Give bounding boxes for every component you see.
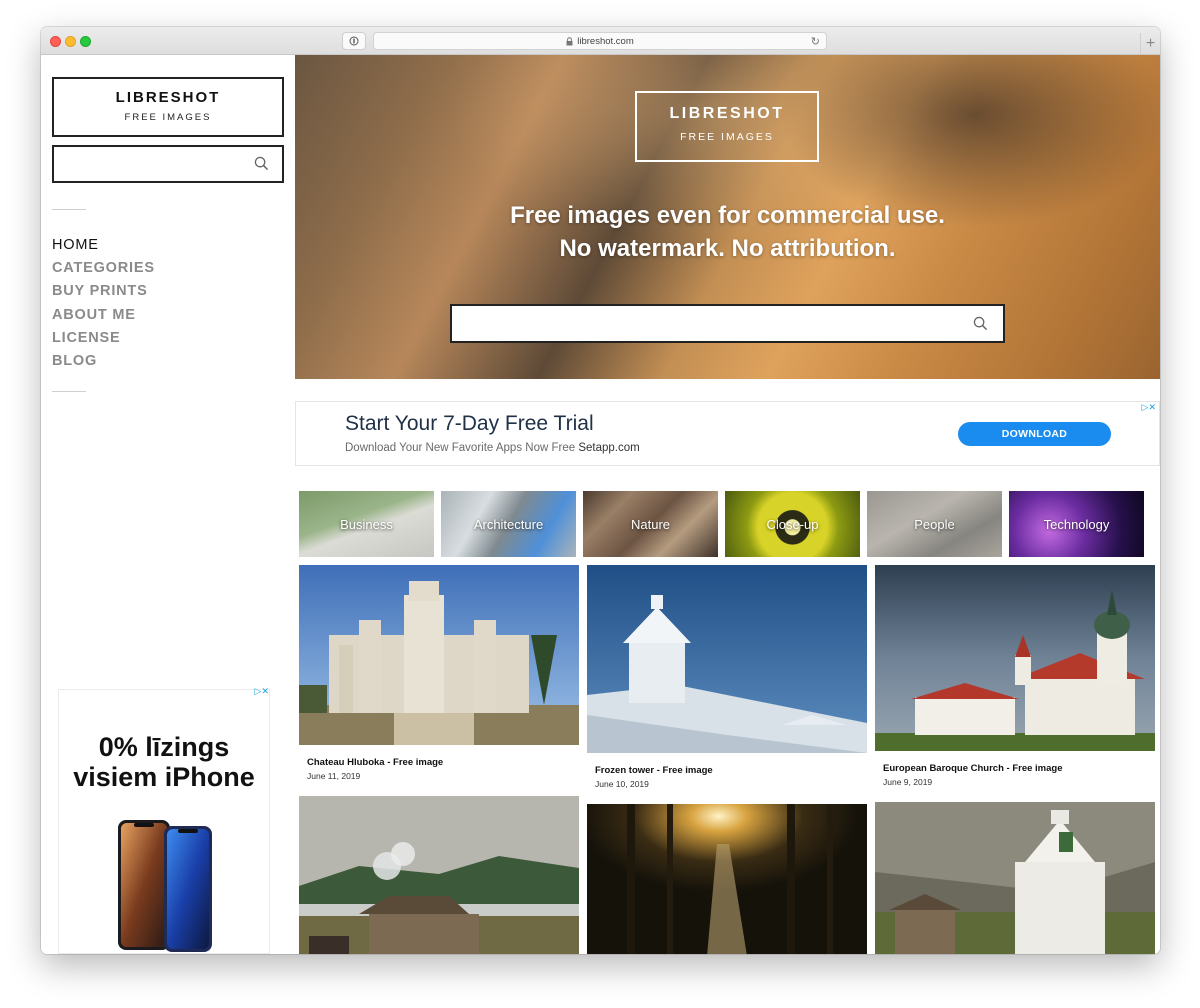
- logo-subtitle: FREE IMAGES: [124, 112, 212, 123]
- photo-card[interactable]: Chateau Hluboka - Free image June 11, 20…: [299, 565, 579, 781]
- download-button[interactable]: DOWNLOAD: [958, 422, 1111, 446]
- photo-thumbnail[interactable]: [875, 802, 1155, 954]
- sidebar: LIBRESHOT FREE IMAGES HOME CATEGORIES BU…: [41, 55, 295, 954]
- logo-title: LIBRESHOT: [115, 89, 221, 106]
- photo-title[interactable]: Frozen tower - Free image: [595, 765, 867, 776]
- browser-window: libreshot.com ↻ + LIBRESHOT FREE IMAGES …: [41, 27, 1160, 954]
- hero-search-box: [450, 304, 1005, 343]
- nav-item-about-me[interactable]: ABOUT ME: [52, 304, 155, 327]
- photo-date: June 10, 2019: [595, 779, 649, 789]
- photo-title[interactable]: European Baroque Church - Free image: [883, 763, 1155, 774]
- photo-card[interactable]: Frozen tower - Free image June 10, 2019: [587, 565, 867, 789]
- category-tile-people[interactable]: People: [867, 491, 1002, 557]
- banner-ad-subtitle: Download Your New Favorite Apps Now Free…: [345, 442, 640, 454]
- hero-logo-subtitle: FREE IMAGES: [680, 131, 774, 143]
- hero-tagline-line-2: No watermark. No attribution.: [559, 235, 896, 262]
- photo-card[interactable]: [587, 804, 867, 954]
- sidebar-ad-headline-1: 0% līzings: [98, 732, 230, 762]
- hero-logo-title: LIBRESHOT: [669, 105, 785, 122]
- lake-hut-photo: [299, 796, 579, 954]
- close-window-button[interactable]: [50, 36, 61, 47]
- category-tile-architecture[interactable]: Architecture: [441, 491, 576, 557]
- hero-logo[interactable]: LIBRESHOT FREE IMAGES: [635, 91, 819, 162]
- photo-thumbnail[interactable]: [587, 804, 867, 954]
- photo-card[interactable]: [299, 796, 579, 954]
- banner-ad-description: Download Your New Favorite Apps Now Free: [345, 442, 576, 454]
- photo-thumbnail[interactable]: [587, 565, 867, 753]
- sidebar-search-box: [52, 145, 284, 183]
- nav-item-blog[interactable]: BLOG: [52, 350, 155, 373]
- photo-thumbnail[interactable]: [299, 565, 579, 745]
- nav-item-buy-prints[interactable]: BUY PRINTS: [52, 280, 155, 303]
- nav-item-categories[interactable]: CATEGORIES: [52, 257, 155, 280]
- category-label: Close-up: [766, 516, 819, 532]
- castle-photo: [299, 565, 579, 745]
- nav-divider-top: [52, 209, 86, 210]
- banner-ad-brand: Setapp.com: [578, 442, 640, 454]
- hero-search-input[interactable]: [452, 306, 952, 341]
- category-tile-nature[interactable]: Nature: [583, 491, 718, 557]
- photo-date: June 9, 2019: [883, 777, 933, 787]
- sidebar-ad[interactable]: ▷✕ 0% līzings visiem iPhone: [58, 686, 270, 954]
- hero-section: LIBRESHOT FREE IMAGES Free images even f…: [295, 55, 1160, 379]
- hero-tagline: Free images even for commercial use. No …: [295, 199, 1160, 265]
- photo-thumbnail[interactable]: [299, 796, 579, 954]
- photo-title[interactable]: Chateau Hluboka - Free image: [307, 757, 579, 768]
- site-logo[interactable]: LIBRESHOT FREE IMAGES: [52, 77, 284, 137]
- baroque-church-photo: [875, 565, 1155, 751]
- frozen-tower-photo: [587, 565, 867, 753]
- stupa-photo: [875, 802, 1155, 954]
- address-bar[interactable]: libreshot.com ↻: [373, 32, 827, 50]
- search-icon[interactable]: [254, 156, 270, 172]
- search-icon[interactable]: [973, 316, 989, 332]
- category-label: Architecture: [473, 516, 544, 532]
- nav-item-license[interactable]: LICENSE: [52, 327, 155, 350]
- photo-thumbnail[interactable]: [875, 565, 1155, 751]
- category-label: Nature: [630, 516, 671, 532]
- browser-toolbar: libreshot.com ↻ +: [41, 27, 1160, 55]
- photo-date: June 11, 2019: [307, 771, 361, 781]
- lock-icon: [566, 36, 573, 45]
- banner-ad[interactable]: ▷✕ Start Your 7-Day Free Trial Download …: [295, 401, 1160, 466]
- privacy-report-button[interactable]: [342, 32, 366, 50]
- hero-tagline-line-1: Free images even for commercial use.: [510, 202, 945, 229]
- sidebar-ad-headline-2: visiem iPhone: [73, 762, 255, 792]
- photo-card[interactable]: [875, 802, 1155, 954]
- adchoices-icon[interactable]: ▷✕: [1142, 402, 1156, 413]
- category-strip: Business Architecture Nature Close-up Pe…: [299, 491, 1149, 557]
- category-tile-close-up[interactable]: Close-up: [725, 491, 860, 557]
- privacy-shield-icon: [349, 36, 359, 46]
- sidebar-search-input[interactable]: [54, 147, 244, 181]
- category-tile-business[interactable]: Business: [299, 491, 434, 557]
- nav-divider-bottom: [52, 391, 86, 392]
- category-label: People: [914, 516, 955, 532]
- category-label: Technology: [1043, 516, 1110, 532]
- adchoices-icon[interactable]: ▷✕: [255, 686, 269, 697]
- main-nav: HOME CATEGORIES BUY PRINTS ABOUT ME LICE…: [52, 234, 155, 373]
- iphone-image: [118, 820, 212, 952]
- new-tab-button[interactable]: +: [1140, 33, 1160, 55]
- reload-icon[interactable]: ↻: [811, 35, 820, 48]
- category-label: Business: [340, 516, 393, 532]
- forest-sunlight-photo: [587, 804, 867, 954]
- category-tile-technology[interactable]: Technology: [1009, 491, 1144, 557]
- minimize-window-button[interactable]: [65, 36, 76, 47]
- zoom-window-button[interactable]: [80, 36, 91, 47]
- main-content: LIBRESHOT FREE IMAGES Free images even f…: [295, 55, 1160, 954]
- banner-ad-title: Start Your 7-Day Free Trial: [345, 412, 594, 435]
- photo-card[interactable]: European Baroque Church - Free image Jun…: [875, 565, 1155, 787]
- nav-item-home[interactable]: HOME: [52, 234, 155, 257]
- url-text: libreshot.com: [577, 35, 634, 47]
